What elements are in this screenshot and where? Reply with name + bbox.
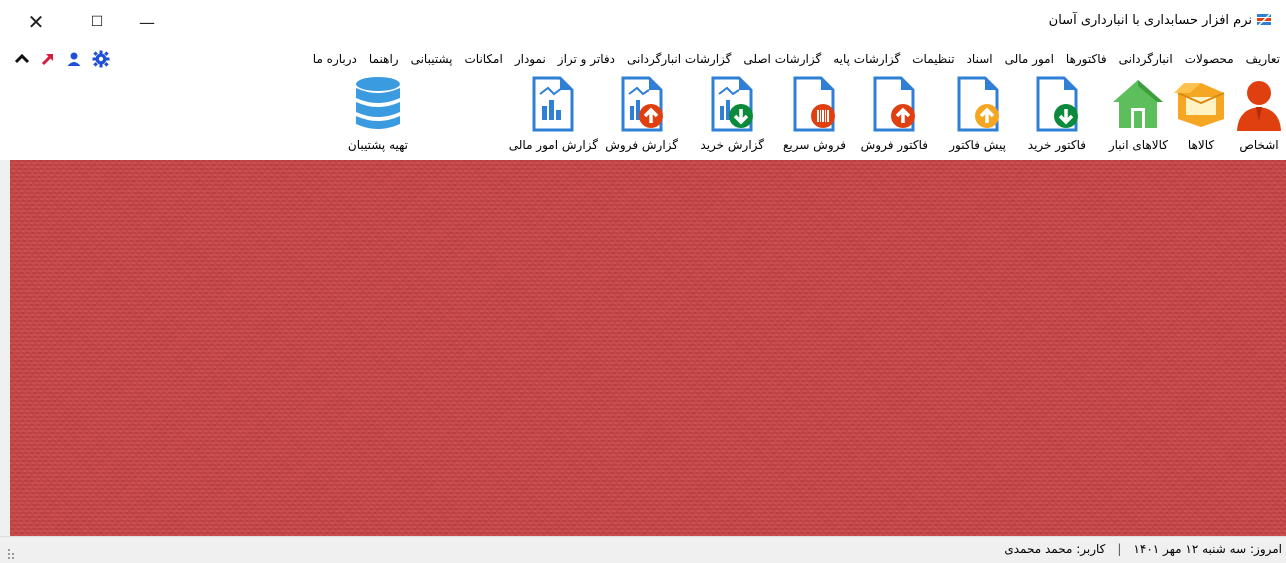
box-icon <box>1174 83 1225 127</box>
menu-ledgers-balance[interactable]: دفاتر و تراز <box>552 52 621 66</box>
menu-invoices[interactable]: فاکتورها <box>1060 52 1113 66</box>
sales-report-icon <box>621 76 663 132</box>
minimize-button[interactable]: — <box>122 0 172 44</box>
toolbar-proforma-label: پیش فاکتور <box>949 138 1006 152</box>
proforma-invoice-icon <box>957 76 999 132</box>
status-text: امروز: سه شنبه ۱۲ مهر ۱۴۰۱ | کاربر: محمد… <box>1004 542 1282 556</box>
menu-products[interactable]: محصولات <box>1179 52 1240 66</box>
menu-support[interactable]: پشتیبانی <box>405 52 459 66</box>
menu-documents[interactable]: اسناد <box>961 52 999 66</box>
window-title: نرم افزار حسابداری با انبارداری آسان <box>1048 12 1252 28</box>
app-logo-icon <box>1257 13 1271 27</box>
status-bar: امروز: سه شنبه ۱۲ مهر ۱۴۰۱ | کاربر: محمد… <box>0 536 1286 563</box>
toolbar-quick-sale[interactable]: فروش سریع <box>783 76 846 152</box>
menu-basic-reports[interactable]: گزارشات پایه <box>827 52 906 66</box>
database-backup-icon <box>355 77 400 129</box>
toolbar-purchase-report-label: گزارش خرید <box>700 138 764 152</box>
toolbar-sales-invoice-label: فاکتور فروش <box>860 138 928 152</box>
toolbar-sales-report-label: گزارش فروش <box>605 138 678 152</box>
arrow-up-right-icon[interactable] <box>40 51 56 67</box>
toolbar-sales-invoice[interactable]: فاکتور فروش <box>861 76 928 152</box>
toolbar-sales-report[interactable]: گزارش فروش <box>605 76 678 152</box>
toolbar-goods-label: کالاها <box>1187 138 1215 152</box>
menu-about[interactable]: درباره ما <box>307 52 363 66</box>
status-date: امروز: سه شنبه ۱۲ مهر ۱۴۰۱ <box>1133 542 1282 556</box>
quick-access-toolbar: اشخاص کالاها کالاهای انبار فاکتور خرید پ… <box>0 74 1286 160</box>
main-workspace <box>10 160 1286 536</box>
maximize-button[interactable]: ☐ <box>72 0 122 44</box>
status-user: کاربر: محمد محمدی <box>1004 542 1106 556</box>
menu-help[interactable]: راهنما <box>363 52 405 66</box>
toolbar-purchase-report[interactable]: گزارش خرید <box>700 76 764 152</box>
resize-grip-icon[interactable] <box>8 549 16 559</box>
toolbar-goods[interactable]: کالاها <box>1174 76 1228 152</box>
toolbar-finance-report-label: گزارش امور مالی <box>508 138 598 152</box>
gear-icon[interactable] <box>92 50 110 68</box>
menu-inventory-reports[interactable]: گزارشات انبارگردانی <box>621 52 737 66</box>
menu-features[interactable]: امکانات <box>458 52 508 66</box>
status-separator: | <box>1117 542 1122 556</box>
toolbar-warehouse-goods[interactable]: کالاهای انبار <box>1109 76 1168 152</box>
app-title-container: نرم افزار حسابداری با انبارداری آسان <box>1049 12 1272 28</box>
purchase-report-icon <box>711 76 754 132</box>
toolbar-backup[interactable]: تهیه پشتیبان <box>348 76 408 152</box>
toolbar-backup-label: تهیه پشتیبان <box>347 138 408 152</box>
window-controls: ✕ ☐ — <box>0 0 172 44</box>
warehouse-icon <box>1113 80 1164 128</box>
menu-inventory-count[interactable]: انبارگردانی <box>1113 52 1179 66</box>
menu-chart[interactable]: نمودار <box>509 52 552 66</box>
title-bar: ✕ ☐ — نرم افزار حسابداری با انبارداری آس… <box>0 0 1286 44</box>
toolbar-finance-report[interactable]: گزارش امور مالی <box>509 76 598 152</box>
menu-tool-icons <box>14 44 110 74</box>
person-icon <box>1237 81 1281 131</box>
chevron-up-icon[interactable] <box>14 51 30 67</box>
toolbar-proforma[interactable]: پیش فاکتور <box>949 76 1006 152</box>
toolbar-quick-sale-label: فروش سریع <box>782 138 846 152</box>
finance-report-icon <box>532 76 574 132</box>
user-icon[interactable] <box>66 51 82 67</box>
menu-settings[interactable]: تنظیمات <box>906 52 960 66</box>
toolbar-purchase-invoice[interactable]: فاکتور خرید <box>1028 76 1086 152</box>
purchase-invoice-icon <box>1036 76 1078 132</box>
quick-sale-icon <box>793 76 836 132</box>
toolbar-warehouse-goods-label: کالاهای انبار <box>1108 138 1168 152</box>
menu-definitions[interactable]: تعاریف <box>1240 52 1286 66</box>
left-border <box>0 160 10 536</box>
toolbar-people[interactable]: اشخاص <box>1232 76 1286 152</box>
sales-invoice-icon <box>873 76 916 132</box>
menu-bar: تعاریف محصولات انبارگردانی فاکتورها امور… <box>0 44 1286 74</box>
toolbar-purchase-invoice-label: فاکتور خرید <box>1027 138 1086 152</box>
close-button[interactable]: ✕ <box>0 0 72 44</box>
menu-finance[interactable]: امور مالی <box>999 52 1060 66</box>
toolbar-people-label: اشخاص <box>1239 138 1279 152</box>
menu-main-reports[interactable]: گزارشات اصلی <box>737 52 827 66</box>
